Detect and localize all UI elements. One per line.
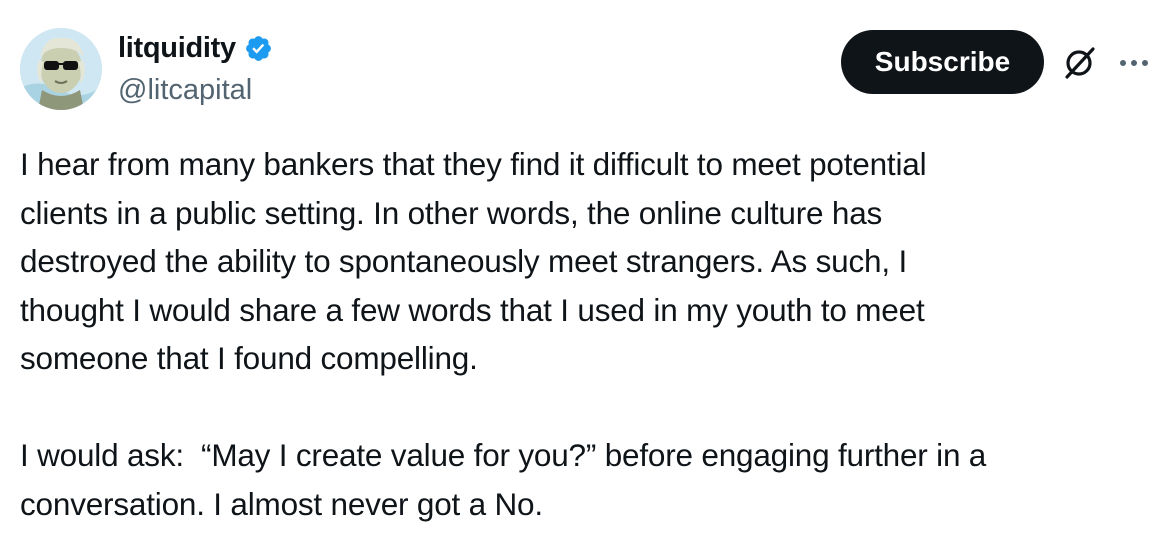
author-display-name[interactable]: litquidity [118,30,236,66]
tweet-paragraph: I hear from many bankers that they find … [20,146,927,376]
author-name-row: litquidity [118,30,273,66]
tweet-card: litquidity @litcapital Subscribe I hear … [0,0,1170,534]
subscribe-button[interactable]: Subscribe [841,30,1044,94]
tweet-body: I hear from many bankers that they find … [20,140,1140,528]
grok-icon[interactable] [1060,44,1098,82]
avatar-image [20,28,102,110]
verified-badge-icon[interactable] [244,34,273,63]
tweet-paragraph: I would ask: “May I create value for you… [20,437,987,522]
author-avatar[interactable] [20,28,102,110]
author-handle[interactable]: @litcapital [118,72,252,108]
more-options-icon[interactable] [1114,56,1154,70]
